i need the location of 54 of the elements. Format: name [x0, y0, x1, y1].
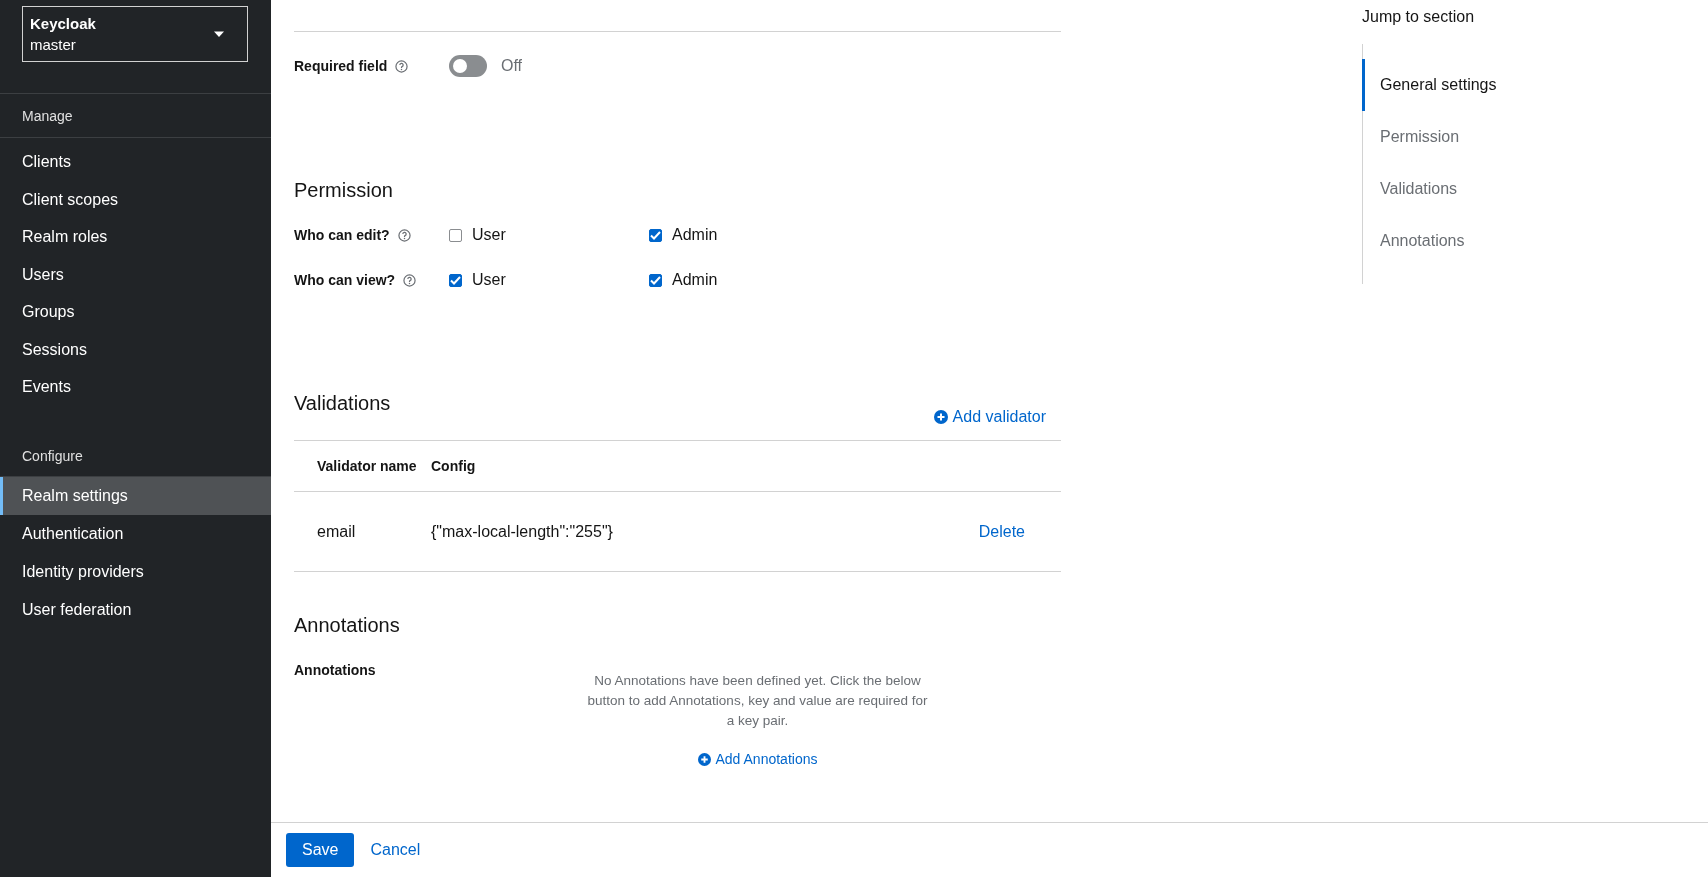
realm-title: Keycloak [30, 15, 96, 32]
jump-title: Jump to section [1362, 8, 1476, 27]
section-heading: Permission [294, 178, 394, 202]
jump-link[interactable]: Validations [1362, 163, 1497, 215]
nav-section-title: Configure [22, 447, 83, 464]
field-label: Who can view? [294, 272, 396, 288]
checkbox[interactable] [449, 228, 462, 242]
section-heading: Annotations [294, 613, 401, 637]
field-label: Required field [294, 58, 388, 74]
nav-item[interactable]: User federation [0, 590, 271, 629]
field-label: Who can edit? [294, 227, 390, 243]
cancel-link[interactable]: Cancel [370, 841, 421, 859]
nav-item[interactable]: Realm settings [0, 476, 271, 515]
nav-item[interactable]: Identity providers [0, 552, 271, 591]
checkbox-label: User [472, 271, 506, 289]
checkbox-label: Admin [672, 226, 718, 244]
nav-item[interactable]: Sessions [0, 330, 271, 368]
checkbox[interactable] [449, 273, 462, 287]
jump-link[interactable]: General settings [1362, 59, 1497, 111]
delete-link[interactable]: Delete [978, 522, 1025, 541]
column-header: Validator name [294, 440, 431, 492]
nav-section-title: Manage [22, 107, 73, 124]
caret-icon [213, 30, 225, 38]
jump-link[interactable]: Annotations [1362, 215, 1497, 267]
section-heading: Validations [294, 391, 391, 415]
help-icon[interactable] [403, 273, 417, 287]
plus-circle-icon [697, 752, 711, 766]
help-icon[interactable] [397, 228, 411, 242]
checkbox-label: User [472, 226, 506, 244]
nav-item[interactable]: Authentication [0, 514, 271, 553]
realm-value: master [30, 36, 77, 53]
table-cell: {"max-local-length":"255"} [431, 491, 865, 572]
table-cell: email [294, 491, 431, 572]
nav-item[interactable]: Client scopes [0, 180, 271, 218]
help-icon[interactable] [395, 59, 409, 73]
nav-item[interactable]: Users [0, 255, 271, 293]
field-label: Annotations [294, 662, 377, 680]
nav-item[interactable]: Realm roles [0, 218, 271, 256]
save-button[interactable]: Save [286, 833, 355, 867]
plus-circle-icon [933, 410, 948, 424]
nav-item[interactable]: Clients [0, 143, 271, 181]
checkbox-label: Admin [672, 271, 718, 289]
empty-state-text: No Annotations have been defined yet. Click the below button to add Annotations, key and value are required for a key pair. [587, 672, 928, 730]
checkbox[interactable] [649, 228, 662, 242]
nav-item[interactable]: Events [0, 368, 271, 406]
add-annotations-link[interactable]: Add Annotations [697, 751, 818, 767]
toggle-state: Off [501, 57, 523, 75]
checkbox[interactable] [649, 273, 662, 287]
toggle-switch[interactable] [449, 55, 487, 77]
column-header: Config [431, 440, 865, 492]
jump-link[interactable]: Permission [1362, 111, 1497, 163]
nav-item[interactable]: Groups [0, 293, 271, 331]
add-validator-link[interactable]: Add validator [933, 408, 1046, 426]
realm-selector[interactable]: Keycloak master [22, 6, 248, 62]
